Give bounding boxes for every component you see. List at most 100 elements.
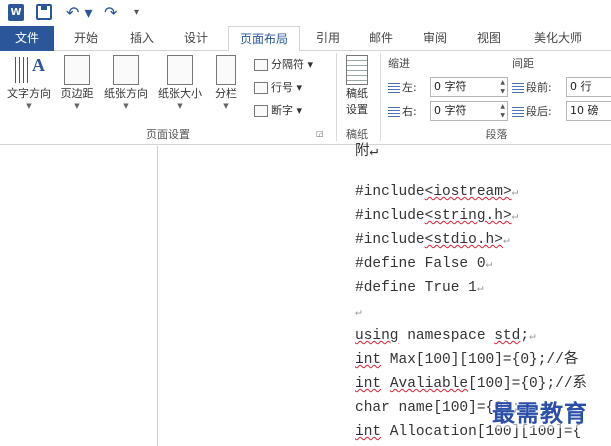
manuscript-settings-button[interactable]: 稿纸 设置 (340, 55, 374, 117)
watermark-logo: 最需教育 (492, 394, 588, 428)
undo-button[interactable]: ↶ ▾ (66, 3, 94, 23)
text-line: int Max[100][100]={0};//各 (355, 350, 578, 370)
tab-design[interactable]: 设计 (172, 26, 220, 51)
code-token: int (355, 424, 382, 440)
text-line: 附↵ (355, 144, 379, 160)
code-token: #include (355, 184, 425, 200)
spacing-after-row: 段后: (512, 102, 552, 122)
text-line: #include<string.h>↵ (355, 206, 518, 227)
indent-left-row: 左: (388, 78, 417, 98)
indent-right-icon (388, 107, 400, 117)
document-area[interactable]: 附↵ #include<iostream>↵ #include<string.h… (0, 144, 611, 446)
ribbon: A 文字方向 ▼ 页边距 ▼ 纸张方向 ▼ 纸张大小 ▼ 分栏 ▼ 分隔符 ▾ … (0, 51, 611, 145)
chevron-down-icon: ▼ (74, 102, 80, 110)
columns-button[interactable]: 分栏 ▼ (208, 55, 244, 111)
tab-insert[interactable]: 插入 (118, 26, 166, 51)
text-line: using namespace std;↵ (355, 326, 536, 347)
hyphenation-label: 断字 ▾ (271, 104, 303, 117)
spinner-arrows-icon[interactable]: ▲ ▼ (500, 102, 505, 120)
orientation-label: 纸张方向 (104, 87, 148, 100)
spacing-before-label: 段前: (526, 81, 552, 94)
code-token: #define False 0 (355, 256, 486, 272)
code-token: Avaliable (389, 376, 469, 392)
indent-title: 缩进 (388, 57, 410, 70)
size-label: 纸张大小 (158, 87, 202, 100)
indent-right-value: 0 字符 (434, 104, 467, 117)
tab-page-layout[interactable]: 页面布局 (228, 26, 300, 52)
paragraph-mark: ↵ (476, 283, 484, 295)
chevron-down-icon: ▼ (123, 102, 129, 110)
text-direction-label: 文字方向 (7, 87, 51, 100)
indent-right-input[interactable]: 0 字符 ▲ ▼ (430, 101, 508, 121)
tab-file[interactable]: 文件 (0, 26, 54, 51)
orientation-button[interactable]: 纸张方向 ▼ (100, 55, 152, 111)
spacing-before-input[interactable]: 0 行 (566, 77, 611, 97)
margins-icon (64, 55, 90, 85)
group-label-page-setup: 页面设置 (146, 128, 190, 141)
ribbon-tabs: 文件 开始 插入 设计 页面布局 引用 邮件 审阅 视图 美化大师 (0, 26, 611, 52)
manuscript-label-line2: 设置 (346, 103, 368, 116)
tab-review[interactable]: 审阅 (412, 26, 458, 51)
tab-home[interactable]: 开始 (62, 26, 110, 51)
tab-view[interactable]: 视图 (466, 26, 512, 51)
breaks-label: 分隔符 ▾ (271, 58, 314, 71)
hyphenation-icon (254, 105, 268, 117)
code-token: <stdio.h> (424, 232, 503, 248)
line-numbers-icon (254, 82, 268, 94)
breaks-button[interactable]: 分隔符 ▾ (254, 56, 313, 74)
text-line: #define False 0↵ (355, 254, 492, 275)
code-token: int (355, 352, 382, 368)
group-label-paragraph: 段落 (485, 128, 508, 141)
text-direction-button[interactable]: A 文字方向 ▼ (4, 55, 54, 111)
size-button[interactable]: 纸张大小 ▼ (154, 55, 206, 111)
spacing-before-icon (512, 83, 524, 93)
spinner-arrows-icon[interactable]: ▲ ▼ (500, 78, 505, 96)
columns-label: 分栏 (215, 87, 237, 100)
page-edge (157, 146, 158, 446)
dialog-launcher-icon[interactable]: ◲ (316, 129, 326, 139)
redo-button[interactable]: ↷ (104, 3, 124, 23)
code-token: #define True 1 (355, 280, 477, 296)
code-token: #include (355, 208, 425, 224)
line-numbers-button[interactable]: 行号 ▾ (254, 79, 302, 97)
indent-left-label: 左: (402, 81, 417, 94)
manuscript-label-line1: 稿纸 (346, 87, 368, 100)
tab-meihua-dashi[interactable]: 美化大师 (520, 26, 596, 51)
indent-right-row: 右: (388, 102, 417, 122)
chevron-down-icon: ▼ (223, 102, 229, 110)
text-line: #include<stdio.h>↵ (355, 230, 510, 251)
hyphenation-button[interactable]: 断字 ▾ (254, 102, 302, 120)
orientation-icon (113, 55, 139, 85)
code-token: [100]={0};//系 (468, 376, 588, 392)
chevron-down-icon: ▼ (26, 102, 32, 110)
tab-references[interactable]: 引用 (306, 26, 350, 51)
manuscript-icon (346, 55, 368, 85)
code-token: #include (355, 232, 425, 248)
code-token: int (355, 376, 382, 392)
code-token: using (355, 328, 399, 344)
columns-icon (216, 55, 236, 85)
text-line: int Avaliable[100]={0};//系 (355, 374, 587, 394)
indent-left-icon (388, 83, 400, 93)
margins-button[interactable]: 页边距 ▼ (56, 55, 98, 111)
customize-toolbar-icon[interactable]: ▾ (134, 3, 146, 23)
spacing-after-input[interactable]: 10 磅 (566, 101, 611, 121)
spacing-title: 间距 (512, 57, 534, 70)
paragraph-mark: ↵ (529, 331, 536, 343)
spacing-after-value: 10 磅 (570, 104, 599, 117)
code-token: namespace (398, 328, 495, 344)
paper-size-icon (167, 55, 193, 85)
spacing-before-value: 0 行 (570, 80, 592, 93)
code-token: ; (520, 328, 530, 344)
indent-left-value: 0 字符 (434, 80, 467, 93)
tab-mailings[interactable]: 邮件 (358, 26, 404, 51)
word-app-icon: W (8, 4, 24, 21)
text-line: ↵ (355, 302, 362, 323)
breaks-icon (254, 59, 268, 71)
indent-left-input[interactable]: 0 字符 ▲ ▼ (430, 77, 508, 97)
code-token: <iostream> (424, 184, 512, 200)
save-icon[interactable] (36, 4, 52, 20)
paragraph-mark: ↵ (511, 187, 519, 199)
indent-right-label: 右: (402, 105, 417, 118)
